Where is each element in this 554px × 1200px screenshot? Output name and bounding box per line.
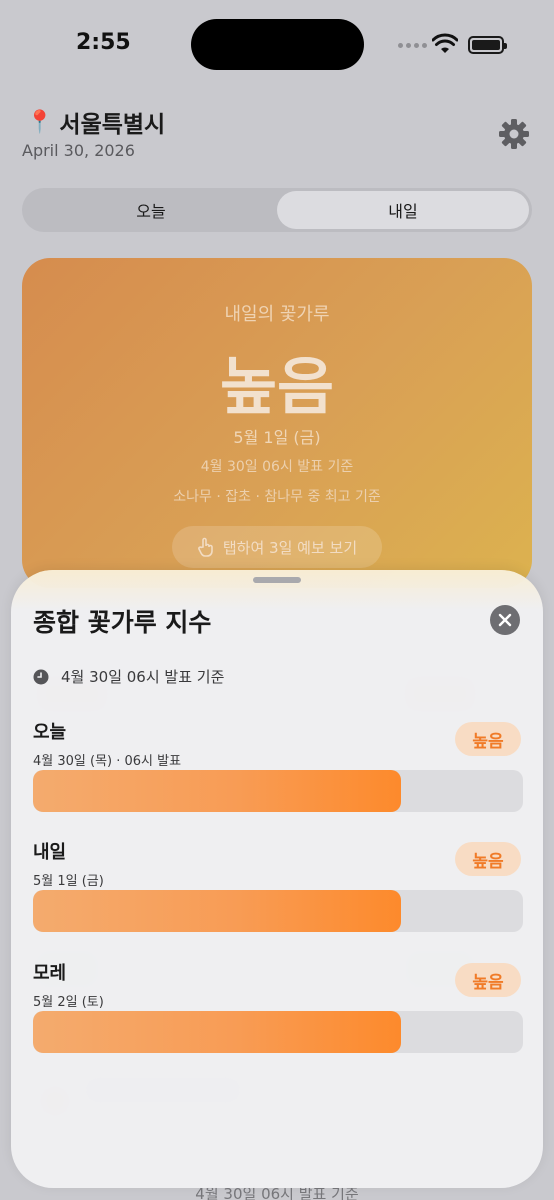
tab-tomorrow[interactable]: 내일 <box>277 191 529 229</box>
day-name: 오늘 <box>33 722 67 743</box>
current-date: April 30, 2026 <box>22 141 135 160</box>
forecast-button-label: 탭하여 3일 예보 보기 <box>222 538 358 557</box>
day-row-tomorrow: 내일 5월 1일 (금) 높음 <box>33 838 523 932</box>
gear-icon[interactable] <box>498 118 530 150</box>
forecast-button[interactable]: 탭하여 3일 예보 보기 <box>172 526 382 568</box>
day-name: 모레 <box>33 963 67 984</box>
battery-icon <box>468 36 507 54</box>
hero-subtitle: 내일의 꽃가루 <box>224 304 330 325</box>
close-button[interactable] <box>490 605 520 635</box>
level-badge: 높음 <box>455 963 521 997</box>
pollen-hero-card[interactable]: 내일의 꽃가루 높음 5월 1일 (금) 4월 30일 06시 발표 기준 소나… <box>22 258 532 588</box>
clock-icon <box>33 669 49 684</box>
cellular-signal-icon <box>398 43 427 48</box>
city-name: 서울특별시 <box>59 112 166 138</box>
location-row[interactable]: 📍 서울특별시 <box>26 105 165 139</box>
status-time: 2:55 <box>76 30 131 55</box>
day-row-today: 오늘 4월 30일 (목) · 06시 발표 높음 <box>33 718 523 812</box>
level-track <box>33 770 523 812</box>
level-bar <box>33 770 401 812</box>
hero-level: 높음 <box>219 350 335 423</box>
dynamic-island <box>191 19 364 70</box>
issued-text: 4월 30일 06시 발표 기준 <box>61 668 225 686</box>
wifi-icon <box>432 33 458 53</box>
level-badge: 높음 <box>455 842 521 876</box>
hero-basis: 소나무 · 잡초 · 참나무 중 최고 기준 <box>173 489 381 505</box>
issued-row: 4월 30일 06시 발표 기준 <box>33 666 224 687</box>
pollen-index-sheet: 종합 꽃가루 지수 4월 30일 06시 발표 기준 오늘 4월 30일 (목)… <box>11 570 543 1188</box>
day-date: 4월 30일 (목) · 06시 발표 <box>33 754 182 769</box>
level-track <box>33 890 523 932</box>
day-date: 5월 2일 (토) <box>33 995 104 1010</box>
hero-issued: 4월 30일 06시 발표 기준 <box>200 459 354 475</box>
day-segmented-control: 오늘 내일 <box>22 188 532 232</box>
sheet-grabber[interactable] <box>253 577 301 583</box>
status-bar: 2:55 <box>0 0 554 90</box>
day-name: 내일 <box>33 842 67 863</box>
tab-today[interactable]: 오늘 <box>25 191 277 229</box>
level-track <box>33 1011 523 1053</box>
level-bar <box>33 1011 401 1053</box>
day-date: 5월 1일 (금) <box>33 874 104 889</box>
close-icon <box>498 613 512 627</box>
pin-icon: 📍 <box>26 109 54 135</box>
level-badge: 높음 <box>455 722 521 756</box>
hero-date: 5월 1일 (금) <box>233 428 321 447</box>
tap-hand-icon <box>198 537 213 557</box>
level-bar <box>33 890 401 932</box>
sheet-title: 종합 꽃가루 지수 <box>33 608 212 637</box>
day-row-day-after: 모레 5월 2일 (토) 높음 <box>33 959 523 1053</box>
